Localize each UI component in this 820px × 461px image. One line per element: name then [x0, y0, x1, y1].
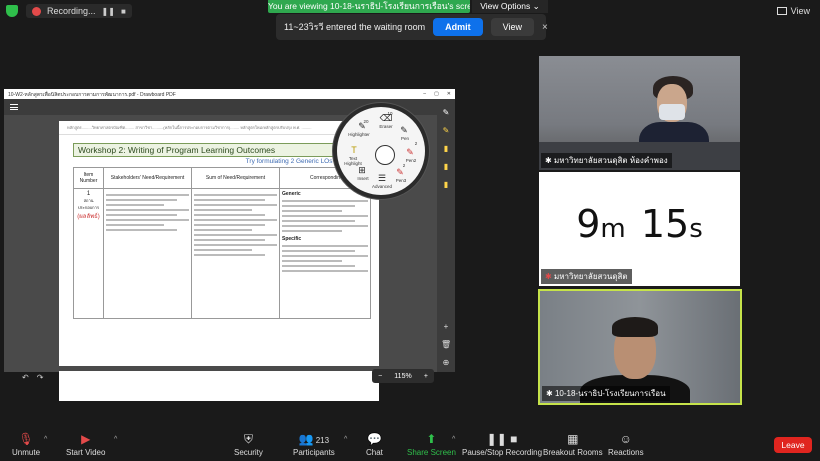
zoom-in-button[interactable]: +	[424, 373, 428, 380]
window-titlebar: 10-W2-หลักสูตรเพื่อนิสิตประกอบการตามการพ…	[4, 89, 455, 99]
countdown-timer: 9m 15s	[576, 202, 703, 246]
view-options-button[interactable]: View Options ⌄	[472, 0, 548, 13]
page-header: หลักสูตร.........วิทยาศาสตรบัณฑิต.......…	[59, 121, 379, 135]
share-screen-icon: ⬆	[426, 432, 437, 446]
recording-indicator[interactable]: Recording... ❚❚ ■	[26, 4, 132, 18]
participants-button[interactable]: 👥 213 Participants	[293, 432, 335, 457]
add-page-icon[interactable]: +	[441, 322, 451, 332]
close-window-icon[interactable]: ✕	[447, 91, 451, 97]
table-row: 1 สถาน ประกอบการ (ผลลัพธ์) Generic Speci…	[73, 188, 371, 319]
radial-tool-menu[interactable]: ⌫ Eraser ✎ Pen ✎ Pen2 ✎ Pen3 ☰ Advanced …	[333, 103, 429, 199]
view-label: View	[790, 6, 810, 16]
outcomes-table: Item Number Stakeholders' Need/Requireme…	[73, 167, 371, 319]
video-tile-2[interactable]: 9m 15s ✱ มหาวิทยาลัยสวนดุสิต	[539, 172, 740, 286]
shield-icon: ⛨	[243, 432, 253, 446]
corresponding-cell: Generic Specific	[279, 188, 371, 319]
sum-cell	[191, 188, 280, 319]
chat-icon: 💬	[366, 432, 382, 446]
workshop-subtitle: Try formulating 2 Generic LOs + 3 Subjec…	[245, 158, 367, 165]
zoom-control: − 115% +	[372, 369, 434, 383]
item-cell: 1 สถาน ประกอบการ (ผลลัพธ์)	[73, 188, 104, 319]
video-tile-active-speaker[interactable]: ✱ 10-18-นราธิป-โรงเรียนการเรือน	[538, 289, 742, 405]
unmute-button[interactable]: 🎙 Unmute	[12, 432, 40, 457]
view-button[interactable]: View	[776, 6, 810, 16]
breakout-rooms-button[interactable]: ▦ Breakout Rooms	[543, 432, 603, 457]
col-stakeholder: Stakeholders' Need/Requirement	[103, 167, 192, 189]
people-icon: 👥 213	[298, 432, 330, 446]
pen-icon[interactable]: ✎	[397, 125, 411, 136]
participant-name: ✱ มหาวิทยาลัยสวนดุสิต ห้องคำพอง	[541, 153, 672, 168]
undo-icon[interactable]: ↶	[22, 373, 29, 382]
delete-icon[interactable]: 🗑	[441, 340, 451, 350]
hub-icon[interactable]	[375, 145, 395, 165]
pdf-page: หลักสูตร.........วิทยาศาสตรบัณฑิต.......…	[59, 121, 379, 366]
zoom-meeting-window: Recording... ❚❚ ■ You are viewing 10-18-…	[0, 0, 820, 461]
maximize-icon[interactable]: ▢	[434, 91, 439, 97]
top-left-controls: Recording... ❚❚ ■	[6, 4, 132, 18]
participants-caret-icon[interactable]: ^	[344, 436, 347, 443]
marker-tool-icon[interactable]: ▮	[441, 180, 451, 190]
stakeholder-cell	[103, 188, 192, 319]
pen2-icon[interactable]: ✎	[403, 147, 417, 158]
col-sum: Sum of Need/Requirement	[191, 167, 280, 189]
breakout-rooms-icon: ▦	[567, 432, 579, 446]
mic-muted-icon: ✱	[545, 272, 554, 281]
video-off-icon: ▶	[81, 432, 91, 446]
highlighter-tool-icon[interactable]: ✎	[441, 126, 451, 136]
share-caret-icon[interactable]: ^	[452, 436, 455, 443]
reactions-button[interactable]: ☺ Reactions	[608, 432, 644, 457]
shield-icon[interactable]	[6, 5, 18, 17]
note-tool-icon[interactable]: ▮	[441, 144, 451, 154]
mic-off-icon: 🎙	[18, 432, 34, 446]
video-tile-1[interactable]: ✱ มหาวิทยาลัยสวนดุสิต ห้องคำพอง	[539, 56, 740, 170]
security-button[interactable]: ⛨ Security	[234, 432, 263, 457]
stop-recording-icon[interactable]: ■	[121, 7, 126, 16]
waiting-room-notification: 11~23วิรวี entered the waiting room Admi…	[276, 14, 548, 40]
annotation-sidebar: ✎ ✎ ▮ ▮ ▮ + 🗑 ⊕	[437, 100, 455, 372]
pause-recording-icon[interactable]: ❚❚	[102, 7, 115, 16]
minimize-icon[interactable]: –	[423, 91, 426, 97]
workshop-title: Workshop 2: Writing of Program Learning …	[73, 143, 371, 157]
zoom-level: 115%	[394, 372, 412, 380]
start-video-button[interactable]: ▶ Start Video	[66, 432, 105, 457]
participant-name: ✱ มหาวิทยาลัยสวนดุสิต	[541, 269, 632, 284]
admit-button[interactable]: Admit	[433, 18, 483, 36]
recording-label: Recording...	[47, 6, 96, 16]
pen-tool-icon[interactable]: ✎	[441, 108, 451, 118]
viewing-banner: You are viewing 10-18-นราธิป-โรงเรียนการ…	[268, 0, 470, 13]
advanced-icon[interactable]: ☰	[375, 173, 389, 184]
col-item-number: Item Number	[73, 167, 104, 189]
pause-stop-icon: ❚❚ ■	[486, 432, 518, 446]
zoom-out-button[interactable]: −	[378, 373, 382, 380]
mic-muted-icon: ✱	[545, 156, 554, 165]
window-controls: – ▢ ✕	[423, 91, 451, 97]
share-screen-button[interactable]: ⬆ Share Screen	[407, 432, 456, 457]
undo-redo: ↶ ↷	[22, 373, 43, 382]
participant-name: ✱ 10-18-นราธิป-โรงเรียนการเรือน	[542, 386, 670, 401]
insert-tool-icon[interactable]: ⊞	[355, 165, 369, 176]
pen3-icon[interactable]: ✎	[393, 167, 407, 178]
sticky-tool-icon[interactable]: ▮	[441, 162, 451, 172]
close-icon[interactable]: ×	[542, 22, 548, 33]
pause-recording-button[interactable]: ❚❚ ■ Pause/Stop Recording	[462, 432, 542, 457]
meeting-toolbar: 🎙 Unmute ^ ▶ Start Video ^ ⛨ Security 👥 2…	[0, 427, 820, 461]
waiting-room-text: 11~23วิรวี entered the waiting room	[284, 22, 426, 32]
leave-button[interactable]: Leave	[774, 437, 812, 453]
smiley-icon: ☺	[619, 432, 632, 446]
chat-button[interactable]: 💬 Chat	[366, 432, 383, 457]
view-waiting-button[interactable]: View	[490, 18, 534, 36]
mic-icon: ✱	[546, 389, 555, 398]
redo-icon[interactable]: ↷	[37, 373, 44, 382]
window-title: 10-W2-หลักสูตรเพื่อนิสิตประกอบการตามการพ…	[8, 92, 176, 98]
grid-view-icon	[776, 7, 787, 15]
text-highlight-icon[interactable]: T	[347, 145, 361, 155]
hamburger-menu-icon[interactable]	[10, 104, 18, 110]
recording-dot-icon	[32, 6, 41, 16]
pdf-page-next	[59, 371, 379, 401]
video-options-caret-icon[interactable]: ^	[114, 436, 117, 443]
insert-icon[interactable]: ⊕	[441, 358, 451, 368]
audio-options-caret-icon[interactable]: ^	[44, 436, 47, 443]
